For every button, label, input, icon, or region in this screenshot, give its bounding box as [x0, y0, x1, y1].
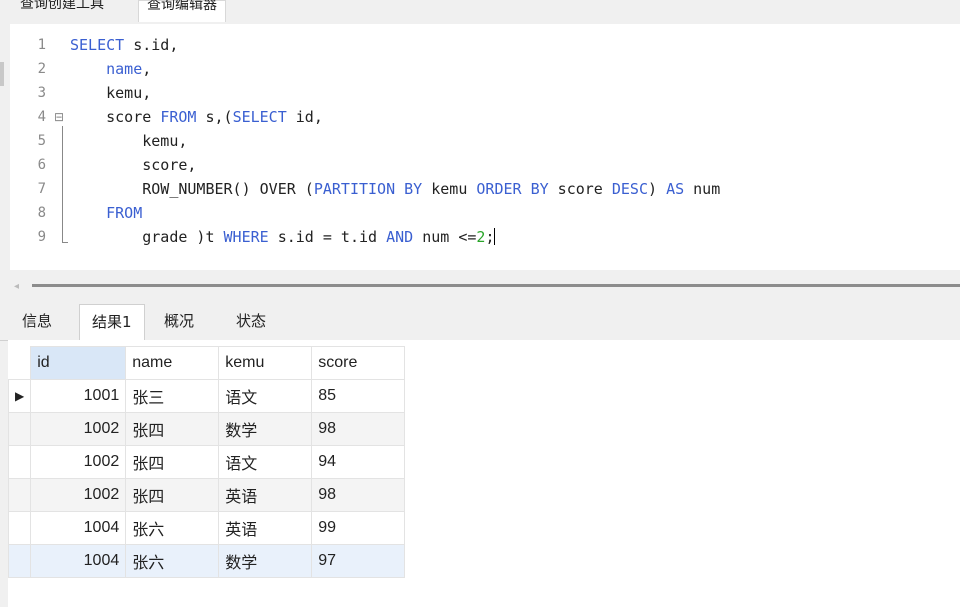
table-row[interactable]: ▶ 1001 张三 语文 85 — [7, 379, 406, 413]
fold-guide — [62, 126, 63, 243]
cell-score[interactable]: 97 — [311, 544, 406, 578]
cell-score[interactable]: 98 — [311, 478, 406, 512]
code-line-1: SELECT s.id, — [70, 36, 179, 54]
cell-id[interactable]: 1002 — [30, 478, 127, 512]
column-header-name[interactable]: name — [125, 346, 220, 380]
column-header-kemu[interactable]: kemu — [218, 346, 313, 380]
tab-query-editor[interactable]: 查询编辑器 — [138, 0, 226, 22]
cell-id[interactable]: 1004 — [30, 544, 127, 578]
fold-collapse-icon[interactable]: ⊟ — [54, 105, 64, 129]
line-number: 6 — [37, 157, 46, 173]
tab-label: 状态 — [236, 312, 267, 330]
cell-kemu[interactable]: 英语 — [218, 478, 313, 512]
tab-profile[interactable]: 概况 — [152, 304, 206, 339]
line-number: 8 — [37, 205, 46, 221]
row-indicator — [7, 478, 32, 512]
line-number: 9 — [37, 229, 46, 245]
table-row[interactable]: 1002 张四 语文 94 — [7, 445, 406, 479]
horizontal-scrollbar-thumb[interactable] — [32, 284, 960, 287]
top-tab-bar: 查询创建工具 查询编辑器 — [0, 0, 960, 22]
line-number: 2 — [37, 61, 46, 77]
tab-result-1[interactable]: 结果1 — [79, 304, 145, 341]
cell-name[interactable]: 张四 — [125, 412, 220, 446]
row-indicator-header — [8, 346, 31, 380]
tab-label: 查询创建工具 — [20, 0, 104, 12]
tab-label: 概况 — [164, 312, 195, 330]
cell-id[interactable]: 1002 — [30, 445, 127, 479]
cell-name[interactable]: 张六 — [125, 544, 220, 578]
column-header-id[interactable]: id — [30, 346, 127, 380]
code-line-3: kemu, — [106, 84, 152, 102]
tab-label: 结果1 — [92, 313, 132, 331]
cell-name[interactable]: 张四 — [125, 478, 220, 512]
table-row[interactable]: 1002 张四 英语 98 — [7, 478, 406, 512]
cell-id[interactable]: 1004 — [30, 511, 127, 545]
line-number: 5 — [37, 133, 46, 149]
cell-score[interactable]: 98 — [311, 412, 406, 446]
cell-name[interactable]: 张六 — [125, 511, 220, 545]
table-row[interactable]: 1002 张四 数学 98 — [7, 412, 406, 446]
code-line-7: ROW_NUMBER() OVER (PARTITION BY kemu ORD… — [142, 180, 721, 198]
row-indicator — [7, 511, 32, 545]
splitter-handle[interactable] — [0, 62, 4, 86]
cell-kemu[interactable]: 语文 — [218, 379, 313, 413]
tab-query-builder[interactable]: 查询创建工具 — [12, 0, 112, 22]
code-line-9: grade )t WHERE s.id = t.id AND num <=2; — [142, 228, 496, 246]
cell-name[interactable]: 张四 — [125, 445, 220, 479]
row-indicator — [7, 544, 32, 578]
text-caret — [494, 228, 496, 245]
table-header-row: id name kemu score — [8, 346, 406, 380]
column-header-score[interactable]: score — [311, 346, 406, 380]
current-row-arrow-icon: ▶ — [7, 379, 32, 413]
code-line-8: FROM — [106, 204, 143, 222]
tab-label: 信息 — [22, 312, 53, 330]
tab-status[interactable]: 状态 — [224, 304, 278, 339]
code-line-2: name, — [106, 60, 152, 78]
cell-id[interactable]: 1001 — [30, 379, 127, 413]
cell-score[interactable]: 85 — [311, 379, 406, 413]
tab-info[interactable]: 信息 — [10, 304, 64, 339]
line-number: 1 — [37, 37, 46, 53]
table-row[interactable]: 1004 张六 数学 97 — [7, 544, 406, 578]
cell-name[interactable]: 张三 — [125, 379, 220, 413]
cell-id[interactable]: 1002 — [30, 412, 127, 446]
line-number: 4 — [37, 109, 46, 125]
result-table: id name kemu score ▶ 1001 张三 语文 85 1002 … — [7, 346, 406, 578]
cell-kemu[interactable]: 英语 — [218, 511, 313, 545]
cell-score[interactable]: 99 — [311, 511, 406, 545]
cell-kemu[interactable]: 数学 — [218, 412, 313, 446]
cell-kemu[interactable]: 语文 — [218, 445, 313, 479]
sql-editor[interactable]: 1 2 3 4 ⊟ 5 6 7 8 9 SELECT s.id, name, ke… — [10, 24, 960, 270]
fold-guide-end — [62, 242, 68, 243]
line-number: 7 — [37, 181, 46, 197]
scroll-left-arrow-icon[interactable]: ◂ — [14, 281, 19, 292]
code-area[interactable]: SELECT s.id, name, kemu, score FROM s,(S… — [70, 33, 720, 249]
code-line-5: kemu, — [142, 132, 188, 150]
tab-label: 查询编辑器 — [147, 0, 217, 13]
cell-kemu[interactable]: 数学 — [218, 544, 313, 578]
table-row[interactable]: 1004 张六 英语 99 — [7, 511, 406, 545]
result-grid-area: id name kemu score ▶ 1001 张三 语文 85 1002 … — [7, 340, 960, 607]
cell-score[interactable]: 94 — [311, 445, 406, 479]
line-number: 3 — [37, 85, 46, 101]
code-line-6: score, — [142, 156, 197, 174]
row-indicator — [7, 412, 32, 446]
row-indicator — [7, 445, 32, 479]
code-line-4: score FROM s,(SELECT id, — [106, 108, 323, 126]
